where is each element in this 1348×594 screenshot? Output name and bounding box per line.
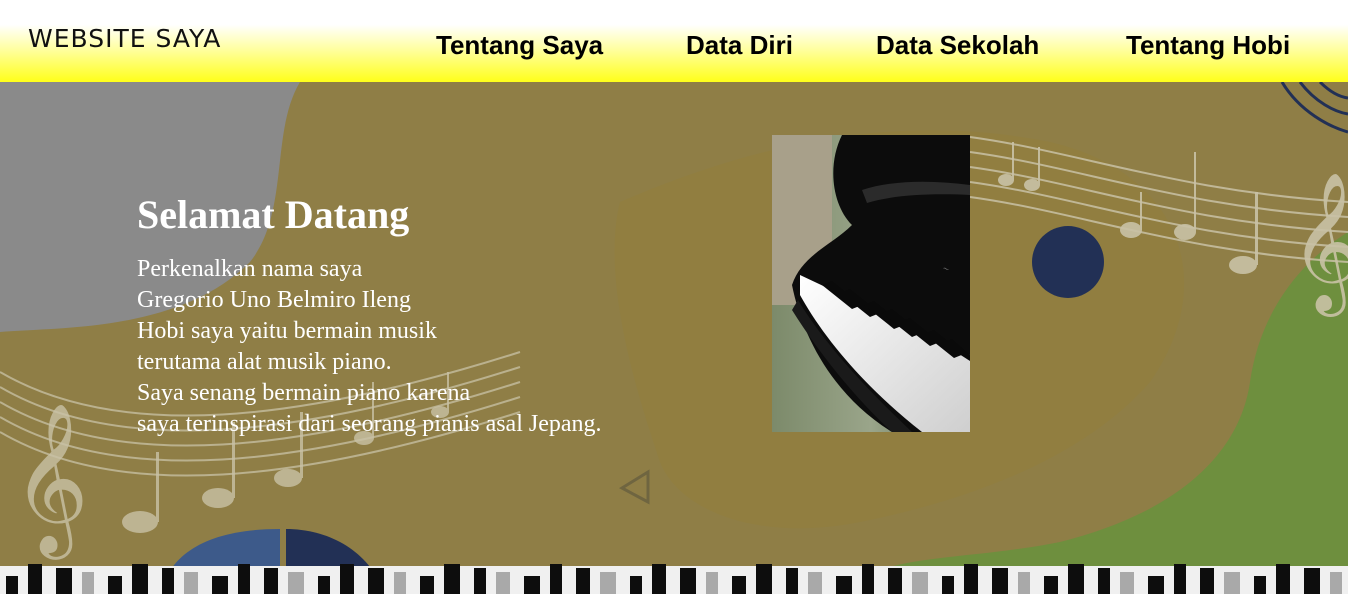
nav-tentang-hobi[interactable]: Tentang Hobi: [1126, 30, 1290, 61]
welcome-heading: Selamat Datang: [137, 192, 410, 237]
top-navbar: WEBSITE SAYA Tentang Saya Data Diri Data…: [0, 0, 1348, 82]
intro-line: Gregorio Uno Belmiro Ileng: [137, 287, 411, 313]
intro-line: terutama alat musik piano.: [137, 349, 392, 375]
svg-text:𝄞: 𝄞: [1290, 172, 1348, 317]
hero-section: 𝄞 𝄞 Selamat Datang Perkenalkan nama saya…: [0, 82, 1348, 594]
nav-tentang-saya[interactable]: Tentang Saya: [436, 30, 603, 61]
nav-data-diri[interactable]: Data Diri: [686, 30, 793, 61]
site-logo[interactable]: WEBSITE SAYA: [28, 24, 221, 53]
intro-line: Perkenalkan nama saya: [137, 256, 363, 282]
svg-text:𝄞: 𝄞: [12, 401, 89, 560]
nav-data-sekolah[interactable]: Data Sekolah: [876, 30, 1039, 61]
intro-line: saya terinspirasi dari seorang pianis as…: [137, 411, 602, 437]
intro-text: Perkenalkan nama saya Gregorio Uno Belmi…: [137, 254, 602, 440]
intro-line: Hobi saya yaitu bermain musik: [137, 318, 437, 344]
piano-photo: ~: [772, 135, 970, 432]
intro-line: Saya senang bermain piano karena: [137, 380, 471, 406]
